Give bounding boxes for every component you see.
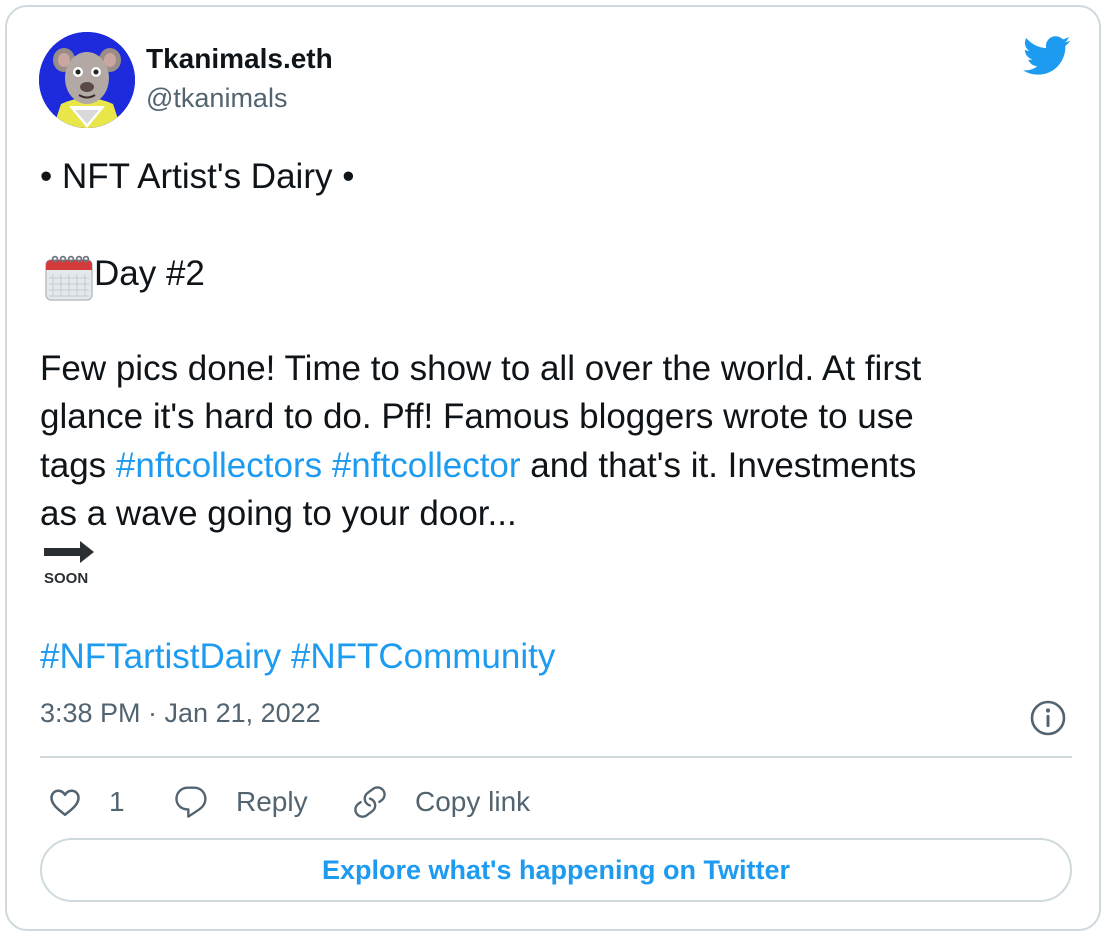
user-handle[interactable]: @tkanimals [146, 83, 287, 114]
divider [40, 756, 1072, 758]
hashtag-nftcommunity[interactable]: #NFTCommunity [291, 637, 555, 676]
tweet-timestamp[interactable]: 3:38 PM · Jan 21, 2022 [40, 698, 321, 729]
line-prefix: tags [40, 446, 116, 485]
tweet-body-line-4: as a wave going to your door... [40, 494, 517, 533]
tweet-title: • NFT Artist's Dairy • [40, 157, 355, 196]
info-icon[interactable] [1028, 698, 1068, 738]
hashtag-nftcollectors[interactable]: #nftcollectors [116, 446, 322, 485]
calendar-icon [45, 255, 93, 301]
copy-link-label: Copy link [415, 786, 531, 817]
tweet-day: Day #2 [94, 254, 205, 293]
hashtag-nftcollector[interactable]: #nftcollector [332, 446, 521, 485]
tweet-card: Tkanimals.eth @tkanimals • NFT Artist's … [5, 5, 1101, 931]
avatar[interactable] [39, 32, 135, 128]
line-suffix: and that's it. Investments [520, 446, 917, 485]
reply-label: Reply [236, 786, 308, 817]
reply-button[interactable]: Reply [172, 780, 308, 824]
tweet-body-line-3: tags #nftcollectors #nftcollector and th… [40, 446, 916, 486]
like-count: 1 [109, 786, 125, 817]
reply-icon [175, 786, 207, 818]
soon-arrow-icon: SOON [44, 541, 94, 587]
avatar-image [39, 32, 135, 128]
soon-label: SOON [44, 570, 88, 587]
copy-link-button[interactable]: Copy link [351, 780, 530, 824]
tweet-body-line-1: Few pics done! Time to show to all over … [40, 349, 922, 388]
explore-button[interactable]: Explore what's happening on Twitter [40, 838, 1072, 902]
hashtag-nftartistdairy[interactable]: #NFTartistDairy [40, 637, 281, 676]
link-icon [354, 786, 386, 818]
like-button[interactable]: 1 [47, 780, 125, 824]
twitter-bird-icon[interactable] [1022, 36, 1072, 76]
tweet-footer-tags: #NFTartistDairy #NFTCommunity [40, 637, 555, 677]
display-name[interactable]: Tkanimals.eth [146, 43, 333, 75]
tweet-body-line-2: glance it's hard to do. Pff! Famous blog… [40, 397, 914, 436]
heart-icon [50, 789, 80, 817]
